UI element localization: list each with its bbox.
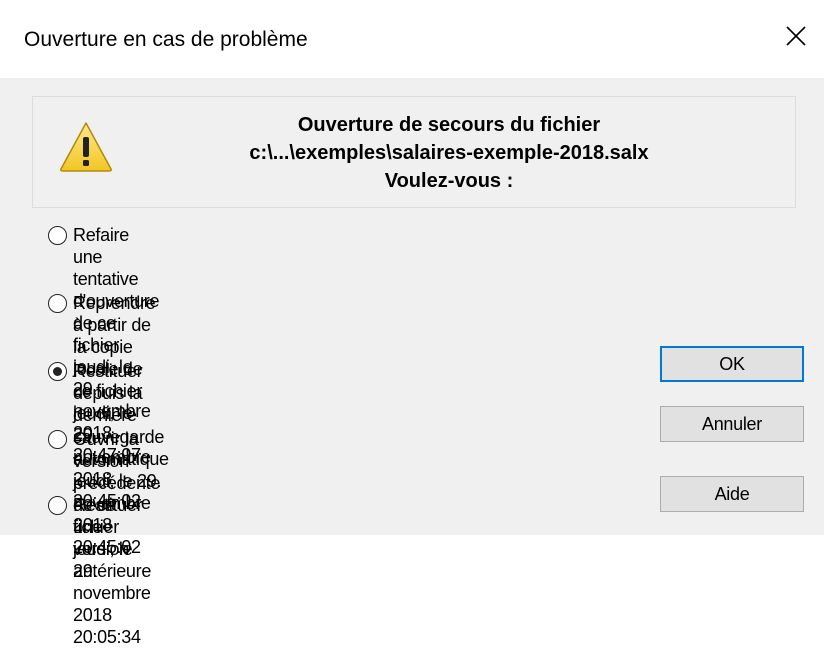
window-title: Ouverture en cas de problème [24, 28, 308, 51]
ok-button[interactable]: OK [660, 346, 804, 382]
help-button[interactable]: Aide [660, 476, 804, 512]
radio-button[interactable] [48, 496, 67, 515]
option-older-version[interactable]: Restituer une version antérieure [48, 494, 151, 582]
dialog-body: Ouverture de secours du fichier c:\...\e… [0, 78, 824, 647]
title-bar: Ouverture en cas de problème [0, 0, 824, 78]
message-panel: Ouverture de secours du fichier c:\...\e… [32, 96, 796, 208]
warning-icon [60, 122, 112, 172]
radio-button[interactable] [48, 294, 67, 313]
radio-button-selected[interactable] [48, 362, 67, 381]
option-label: Restituer une version antérieure [73, 495, 152, 581]
message-title: Ouverture de secours du fichier [297, 114, 601, 136]
close-button[interactable] [768, 8, 824, 64]
message-text: Ouverture de secours du fichier c:\...\e… [123, 111, 775, 195]
close-icon [786, 26, 806, 46]
radio-button[interactable] [48, 226, 67, 245]
message-question: Voulez-vous : [384, 170, 514, 192]
cancel-button[interactable]: Annuler [660, 406, 804, 442]
file-path: c:\...\exemples\salaires-exemple-2018.sa… [249, 142, 649, 164]
radio-button[interactable] [48, 430, 67, 449]
